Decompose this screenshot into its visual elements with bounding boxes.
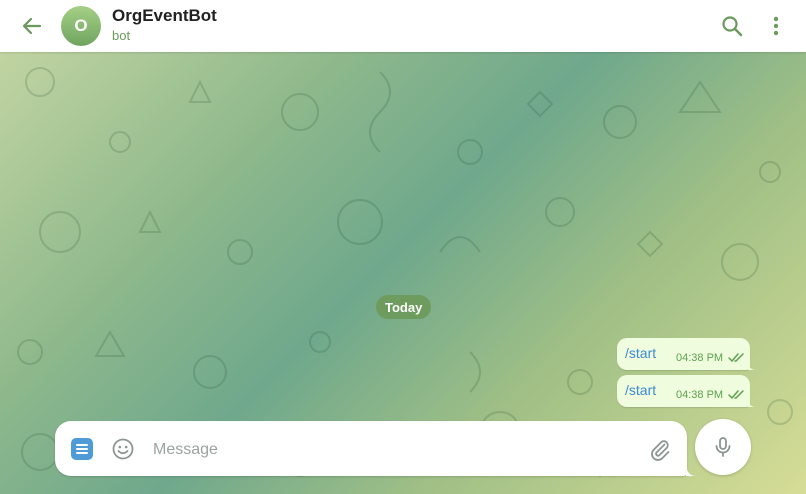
double-check-icon <box>728 390 744 399</box>
bubble-tail <box>748 360 756 370</box>
avatar[interactable]: O <box>61 6 101 46</box>
avatar-letter: O <box>74 16 88 35</box>
date-separator: Today <box>376 295 432 319</box>
composer-tail <box>686 462 696 476</box>
outgoing-message[interactable]: /start 04:38 PM <box>617 338 756 370</box>
bubble-tail <box>748 397 756 407</box>
chat-title[interactable]: OrgEventBot <box>112 6 217 26</box>
chat-header: O OrgEventBot bot <box>0 0 806 52</box>
message-command-link[interactable]: /start <box>625 382 656 398</box>
message-time: 04:38 PM <box>676 389 724 401</box>
double-check-icon <box>728 353 744 362</box>
emoji-icon[interactable] <box>111 437 135 461</box>
message-time: 04:38 PM <box>676 352 724 364</box>
more-vertical-icon[interactable] <box>766 14 786 38</box>
message-composer <box>55 421 687 476</box>
outgoing-message[interactable]: /start 04:38 PM <box>617 375 756 407</box>
arrow-left-icon[interactable] <box>18 12 46 40</box>
paperclip-icon[interactable] <box>648 437 672 461</box>
message-input[interactable] <box>151 436 635 464</box>
bot-menu-icon[interactable] <box>71 438 93 460</box>
search-icon[interactable] <box>720 14 744 38</box>
microphone-icon[interactable] <box>695 419 751 475</box>
chat-subtitle: bot <box>112 28 131 43</box>
date-label: Today <box>385 299 423 315</box>
message-command-link[interactable]: /start <box>625 345 656 361</box>
